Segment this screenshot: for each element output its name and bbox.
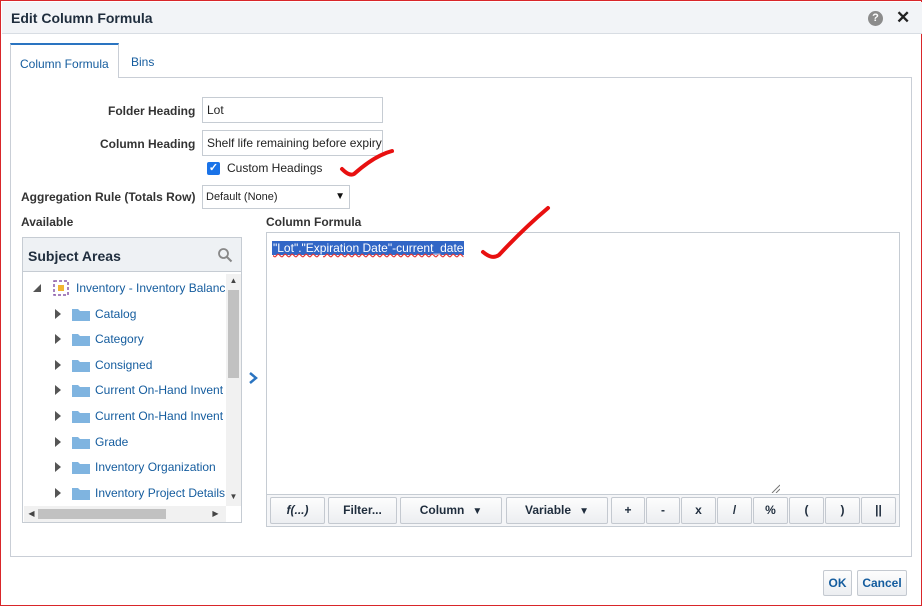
- divide-button[interactable]: /: [717, 497, 752, 524]
- collapse-arrow-icon[interactable]: [33, 284, 41, 292]
- expand-arrow-icon[interactable]: [55, 360, 61, 370]
- help-icon[interactable]: ?: [868, 11, 883, 26]
- tree-item-label: Inventory Project Details: [95, 486, 226, 500]
- folder-icon: [72, 488, 90, 500]
- folder-heading-input[interactable]: Lot: [202, 97, 383, 123]
- tree-item-label: Consigned: [95, 358, 153, 372]
- aggregation-rule-label: Aggregation Rule (Totals Row): [21, 190, 196, 204]
- folder-icon: [72, 360, 90, 372]
- expand-arrow-icon[interactable]: [55, 385, 61, 395]
- tab-bins[interactable]: Bins: [122, 43, 163, 78]
- concat-button[interactable]: ||: [861, 497, 896, 524]
- expand-arrow-icon[interactable]: [55, 334, 61, 344]
- subject-areas-panel: Subject Areas Inventory - Inventory Bala…: [22, 237, 242, 523]
- variable-button[interactable]: Variable ▼: [506, 497, 608, 524]
- dropdown-arrow-icon: ▼: [579, 506, 589, 517]
- horizontal-scroll-thumb[interactable]: [38, 509, 166, 519]
- tree-item-inventory-project-details[interactable]: Inventory Project Details: [53, 484, 226, 504]
- folder-icon: [72, 462, 90, 474]
- tree-item-current-on-hand-2[interactable]: Current On-Hand Invent: [53, 407, 226, 427]
- available-label: Available: [21, 215, 74, 229]
- dialog-title: Edit Column Formula: [11, 10, 153, 26]
- column-button[interactable]: Column ▼: [400, 497, 502, 524]
- expand-arrow-icon[interactable]: [55, 462, 61, 472]
- multiply-button[interactable]: x: [681, 497, 716, 524]
- subject-areas-header: Subject Areas: [23, 238, 241, 272]
- column-button-label: Column: [419, 503, 465, 517]
- variable-button-label: Variable: [525, 503, 572, 517]
- scroll-left-icon[interactable]: ◀: [24, 509, 39, 519]
- folder-icon: [72, 385, 90, 397]
- vertical-scroll-thumb[interactable]: [228, 290, 239, 378]
- folder-icon: [72, 437, 90, 449]
- close-icon[interactable]: ✕: [896, 8, 910, 28]
- ok-button[interactable]: OK: [823, 570, 852, 596]
- aggregation-rule-value: Default (None): [206, 191, 278, 203]
- tree-item-label: Catalog: [95, 307, 137, 321]
- formula-toolbar: f(...) Filter... Column ▼ Variable ▼ + - x…: [266, 495, 900, 527]
- right-paren-button[interactable]: ): [825, 497, 860, 524]
- search-icon[interactable]: [217, 247, 233, 263]
- percent-button[interactable]: %: [753, 497, 788, 524]
- plus-button[interactable]: +: [611, 497, 645, 524]
- scroll-up-icon[interactable]: ▲: [226, 276, 241, 286]
- insert-column-arrow-icon[interactable]: [247, 371, 259, 385]
- expand-arrow-icon[interactable]: [55, 488, 61, 498]
- minus-button[interactable]: -: [646, 497, 680, 524]
- expand-arrow-icon[interactable]: [55, 411, 61, 421]
- dialog-titlebar: Edit Column Formula ? ✕: [2, 2, 922, 34]
- annotation-check-mark: [340, 149, 394, 177]
- dropdown-arrow-icon: ▼: [335, 191, 345, 202]
- tree-item-inventory-organization[interactable]: Inventory Organization: [53, 458, 226, 478]
- formula-text[interactable]: "Lot"."Expiration Date"-current_date: [272, 241, 465, 255]
- tree-item-label: Category: [95, 332, 144, 346]
- tab-strip: Column Formula Bins: [10, 43, 912, 79]
- column-heading-label: Column Heading: [100, 137, 196, 151]
- tree-item-root[interactable]: Inventory - Inventory Balanc: [31, 279, 226, 299]
- folder-heading-label: Folder Heading: [108, 104, 196, 118]
- tree-item-label: Inventory Organization: [95, 460, 216, 474]
- expand-arrow-icon[interactable]: [55, 309, 61, 319]
- column-formula-label: Column Formula: [266, 215, 362, 229]
- aggregation-rule-select[interactable]: Default (None) ▼: [202, 185, 350, 209]
- subject-areas-title: Subject Areas: [28, 248, 121, 264]
- edit-column-formula-dialog: Edit Column Formula ? ✕ Column Formula B…: [0, 0, 922, 606]
- tree-item-consigned[interactable]: Consigned: [53, 356, 226, 376]
- resize-grip-icon[interactable]: [770, 483, 780, 493]
- function-button[interactable]: f(...): [270, 497, 325, 524]
- custom-headings-label[interactable]: Custom Headings: [227, 161, 322, 175]
- vertical-scrollbar[interactable]: ▲ ▼: [226, 274, 241, 506]
- dropdown-arrow-icon: ▼: [472, 506, 483, 517]
- column-formula-editor[interactable]: "Lot"."Expiration Date"-current_date: [266, 232, 900, 495]
- custom-headings-checkbox[interactable]: ✓: [207, 162, 220, 175]
- annotation-check-mark: [481, 206, 550, 259]
- expand-arrow-icon[interactable]: [55, 437, 61, 447]
- scroll-right-icon[interactable]: ▶: [208, 509, 223, 519]
- left-paren-button[interactable]: (: [789, 497, 824, 524]
- cancel-button[interactable]: Cancel: [857, 570, 907, 596]
- tree-item-label: Inventory - Inventory Balanc: [76, 281, 226, 295]
- folder-icon: [72, 334, 90, 346]
- tree-item-current-on-hand-1[interactable]: Current On-Hand Invent: [53, 381, 226, 401]
- tree-item-label: Current On-Hand Invent: [95, 383, 224, 397]
- horizontal-scrollbar[interactable]: ◀ ▶: [24, 506, 226, 522]
- scroll-down-icon[interactable]: ▼: [226, 492, 241, 502]
- tree-item-category[interactable]: Category: [53, 330, 226, 350]
- tab-column-formula[interactable]: Column Formula: [10, 43, 119, 79]
- tree-item-catalog[interactable]: Catalog: [53, 305, 226, 325]
- folder-icon: [72, 411, 90, 423]
- filter-button[interactable]: Filter...: [328, 497, 397, 524]
- subject-area-icon: [53, 280, 69, 296]
- folder-icon: [72, 309, 90, 321]
- tree-item-grade[interactable]: Grade: [53, 433, 226, 453]
- tree-item-label: Current On-Hand Invent: [95, 409, 224, 423]
- tree-item-label: Grade: [95, 435, 129, 449]
